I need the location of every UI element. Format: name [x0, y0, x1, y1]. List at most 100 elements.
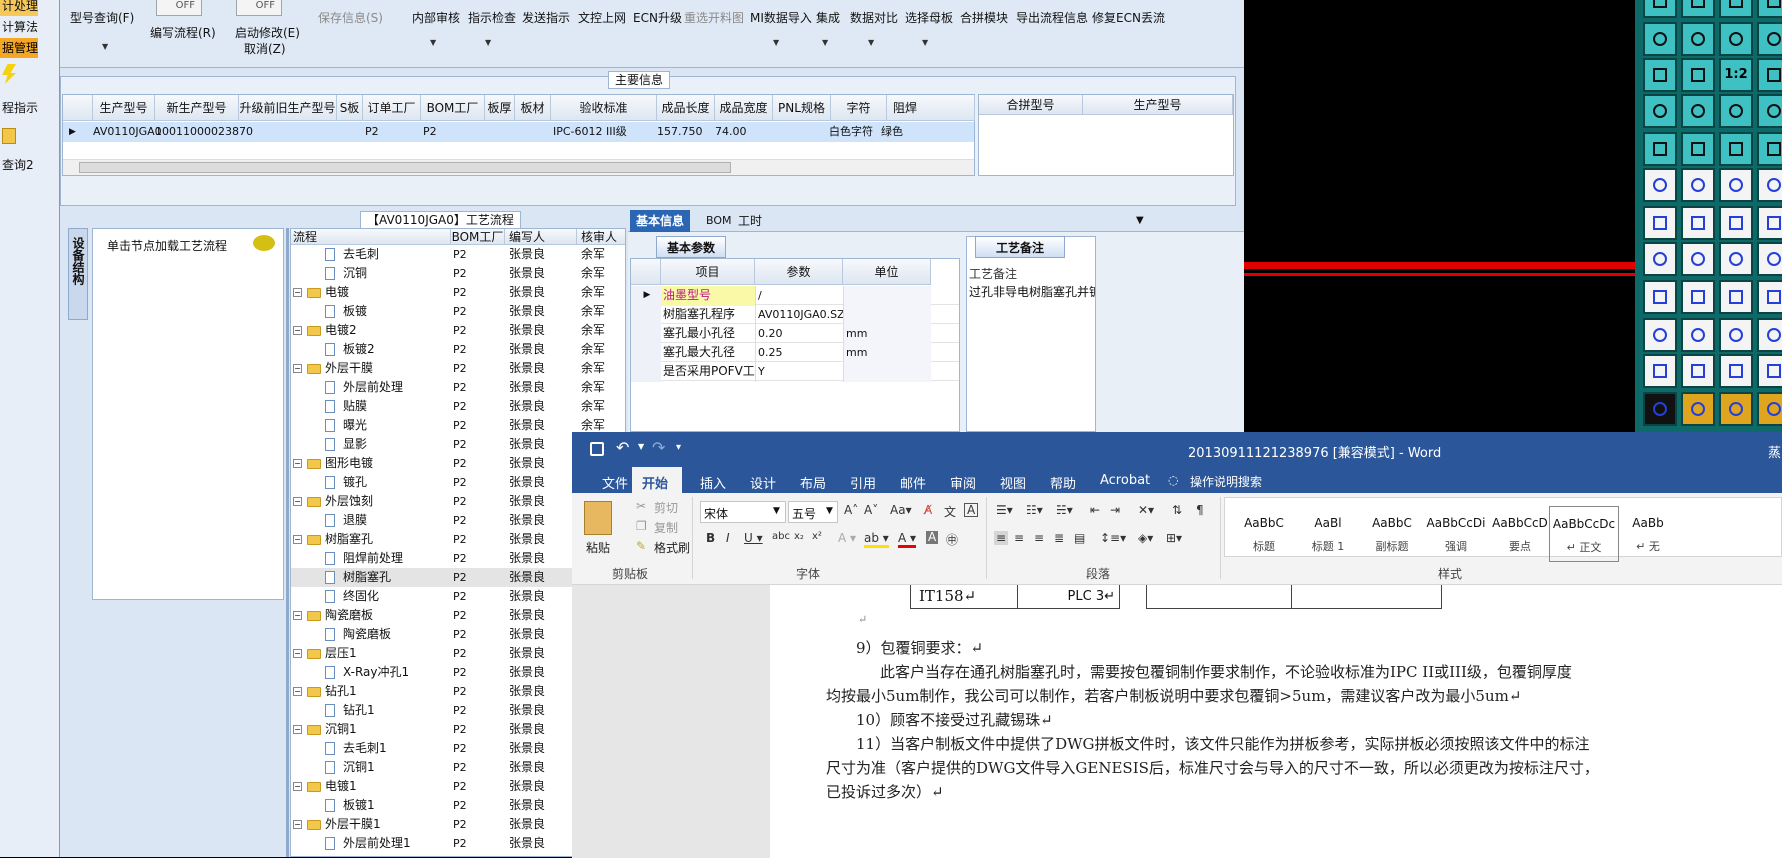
tree-row[interactable]: −电镀2P2张景良余军已上网	[291, 321, 625, 340]
toggle-switch[interactable]: OFF	[156, 0, 202, 16]
cad-tool-icon[interactable]	[1719, 132, 1753, 166]
chevron-down-icon[interactable]: ▼	[430, 38, 436, 47]
cad-tool-icon[interactable]	[1643, 280, 1677, 314]
cad-tool-icon[interactable]	[1681, 206, 1715, 240]
tab-mailings[interactable]: 邮件	[900, 473, 926, 492]
multilevel-icon[interactable]: ☵▾	[1056, 503, 1073, 517]
cad-tool-icon[interactable]	[1757, 22, 1782, 56]
remark-tab[interactable]: 工艺备注	[975, 236, 1066, 258]
style-item[interactable]: AaBbCcD 要点	[1485, 506, 1555, 562]
save-icon[interactable]	[590, 442, 604, 456]
chevron-down-icon[interactable]: ▼	[922, 38, 928, 47]
collapse-icon[interactable]: −	[293, 611, 302, 620]
increase-indent-icon[interactable]: ⇥	[1110, 503, 1120, 517]
nav-item[interactable]: 查询2	[0, 155, 34, 175]
scissors-icon[interactable]: ✂	[636, 499, 646, 513]
paste-icon[interactable]	[584, 501, 612, 535]
tab-design[interactable]: 设计	[750, 473, 776, 492]
chevron-down-icon[interactable]: ▼	[822, 38, 828, 47]
nav-item[interactable]: 据管理	[0, 38, 39, 58]
tab-acrobat[interactable]: Acrobat	[1100, 473, 1150, 488]
change-case-icon[interactable]: Aa▾	[890, 503, 912, 517]
reselect-button[interactable]: 重选开料图	[684, 9, 744, 26]
select-mother-button[interactable]: 选择母板	[905, 9, 953, 26]
tab-help[interactable]: 帮助	[1050, 473, 1076, 492]
cad-tool-icon[interactable]	[1757, 392, 1782, 426]
cad-tool-icon[interactable]	[1643, 354, 1677, 388]
nav-item[interactable]: 程指示	[0, 98, 38, 118]
table-cell[interactable]: IT158↵	[910, 585, 1018, 609]
font-color-icon[interactable]: A ▾	[898, 531, 917, 548]
text-effect-icon[interactable]: A ▾	[838, 531, 856, 545]
col-header[interactable]: 板材	[515, 95, 551, 121]
cad-tool-icon[interactable]	[1719, 22, 1753, 56]
col-header[interactable]: 生产型号	[1083, 95, 1233, 115]
basic-params-tab[interactable]: 基本参数	[656, 236, 727, 258]
col-header[interactable]: 升级前旧生产型号	[239, 95, 337, 121]
cad-tool-icon[interactable]	[1643, 168, 1677, 202]
table-row[interactable]: ▶ AV0110JGA0 10011000023870 P2 P2 IPC-60…	[63, 122, 974, 142]
collapse-icon[interactable]: −	[293, 497, 302, 506]
enclose-char-icon[interactable]: ㊥	[946, 531, 958, 548]
cad-tool-icon[interactable]	[1719, 280, 1753, 314]
col-header[interactable]: 字符	[831, 95, 887, 121]
param-row[interactable]: 塞孔最大孔径 0.25 mm	[631, 343, 959, 363]
grow-font-icon[interactable]: A˄	[844, 503, 858, 517]
align-left-icon[interactable]: ≡	[994, 531, 1009, 545]
chevron-down-icon[interactable]: ▼	[868, 38, 874, 47]
tab-references[interactable]: 引用	[850, 473, 876, 492]
italic-icon[interactable]: I	[726, 531, 730, 545]
cad-tool-icon[interactable]	[1643, 0, 1677, 18]
tab-hours[interactable]: 工时	[738, 210, 762, 232]
col-header[interactable]: 成品宽度	[715, 95, 773, 121]
align-right-icon[interactable]: ≡	[1034, 531, 1044, 545]
cad-tool-icon[interactable]	[1719, 0, 1753, 18]
ecn-upgrade-button[interactable]: ECN升级	[633, 9, 682, 26]
cad-tool-icon[interactable]	[1719, 206, 1753, 240]
copy-icon[interactable]: ❐	[636, 519, 647, 533]
param-value[interactable]: 0.25	[755, 343, 843, 363]
chinese-layout-icon[interactable]: ✕▾	[1138, 503, 1154, 517]
justify-icon[interactable]: ≣	[1054, 531, 1064, 545]
cad-tool-icon[interactable]	[1681, 22, 1715, 56]
document-page[interactable]: IT158↵ PLC 3↵ ↵ 9）包覆铜要求：↵ 此客户当存在通孔树脂塞孔时，…	[770, 585, 1782, 858]
collapse-icon[interactable]: −	[293, 782, 302, 791]
clear-format-icon[interactable]: A̸	[924, 503, 932, 517]
check-button[interactable]: 指示检查	[468, 9, 516, 26]
tree-row[interactable]: 去毛刺P2张景良余军已上网	[291, 245, 625, 264]
subscript-icon[interactable]: x₂	[794, 531, 804, 542]
tab-view[interactable]: 视图	[1000, 473, 1026, 492]
cad-tool-icon[interactable]	[1719, 318, 1753, 352]
cad-tool-icon[interactable]	[1643, 58, 1677, 92]
strikethrough-icon[interactable]: abc	[772, 531, 790, 542]
tab-home[interactable]: 开始	[642, 473, 668, 492]
style-item[interactable]: AaBbCcDc ↵ 正文	[1549, 506, 1619, 562]
cad-tool-icon[interactable]	[1719, 168, 1753, 202]
param-value[interactable]: 0.20	[755, 324, 843, 344]
redo-icon[interactable]: ↷	[652, 438, 665, 457]
cad-tool-icon[interactable]	[1643, 318, 1677, 352]
col-header[interactable]: PNL规格	[773, 95, 831, 121]
cad-tool-icon[interactable]	[1757, 132, 1782, 166]
collapse-icon[interactable]: −	[293, 820, 302, 829]
style-item[interactable]: AaBbC 副标题	[1357, 506, 1427, 562]
col-header[interactable]: 参数	[755, 259, 843, 285]
bullets-icon[interactable]: ☰▾	[996, 503, 1013, 517]
fix-ecn-button[interactable]: 修复ECN丢流	[1092, 9, 1165, 26]
param-value[interactable]: /	[755, 286, 843, 306]
superscript-icon[interactable]: x²	[812, 531, 822, 542]
shrink-font-icon[interactable]: A˅	[864, 503, 878, 517]
cad-tool-icon[interactable]	[1681, 318, 1715, 352]
cad-tool-icon[interactable]	[1757, 280, 1782, 314]
nav-item[interactable]: 计处理	[0, 0, 39, 16]
col-header[interactable]: 板厚	[485, 95, 515, 121]
cad-tool-icon[interactable]	[1719, 242, 1753, 276]
param-row[interactable]: 树脂塞孔程序 AV0110JGA0.SZDRL	[631, 305, 959, 325]
cad-tool-icon[interactable]	[1643, 206, 1677, 240]
tree-row[interactable]: 外层前处理P2张景良余军已上网	[291, 378, 625, 397]
table-cell[interactable]	[1146, 585, 1292, 609]
tell-me-search[interactable]: 操作说明搜索	[1190, 473, 1262, 490]
mi-import-button[interactable]: MI数据导入	[750, 9, 812, 26]
param-value[interactable]: Y	[755, 362, 843, 382]
style-item[interactable]: AaBbCcDi 强调	[1421, 506, 1491, 562]
